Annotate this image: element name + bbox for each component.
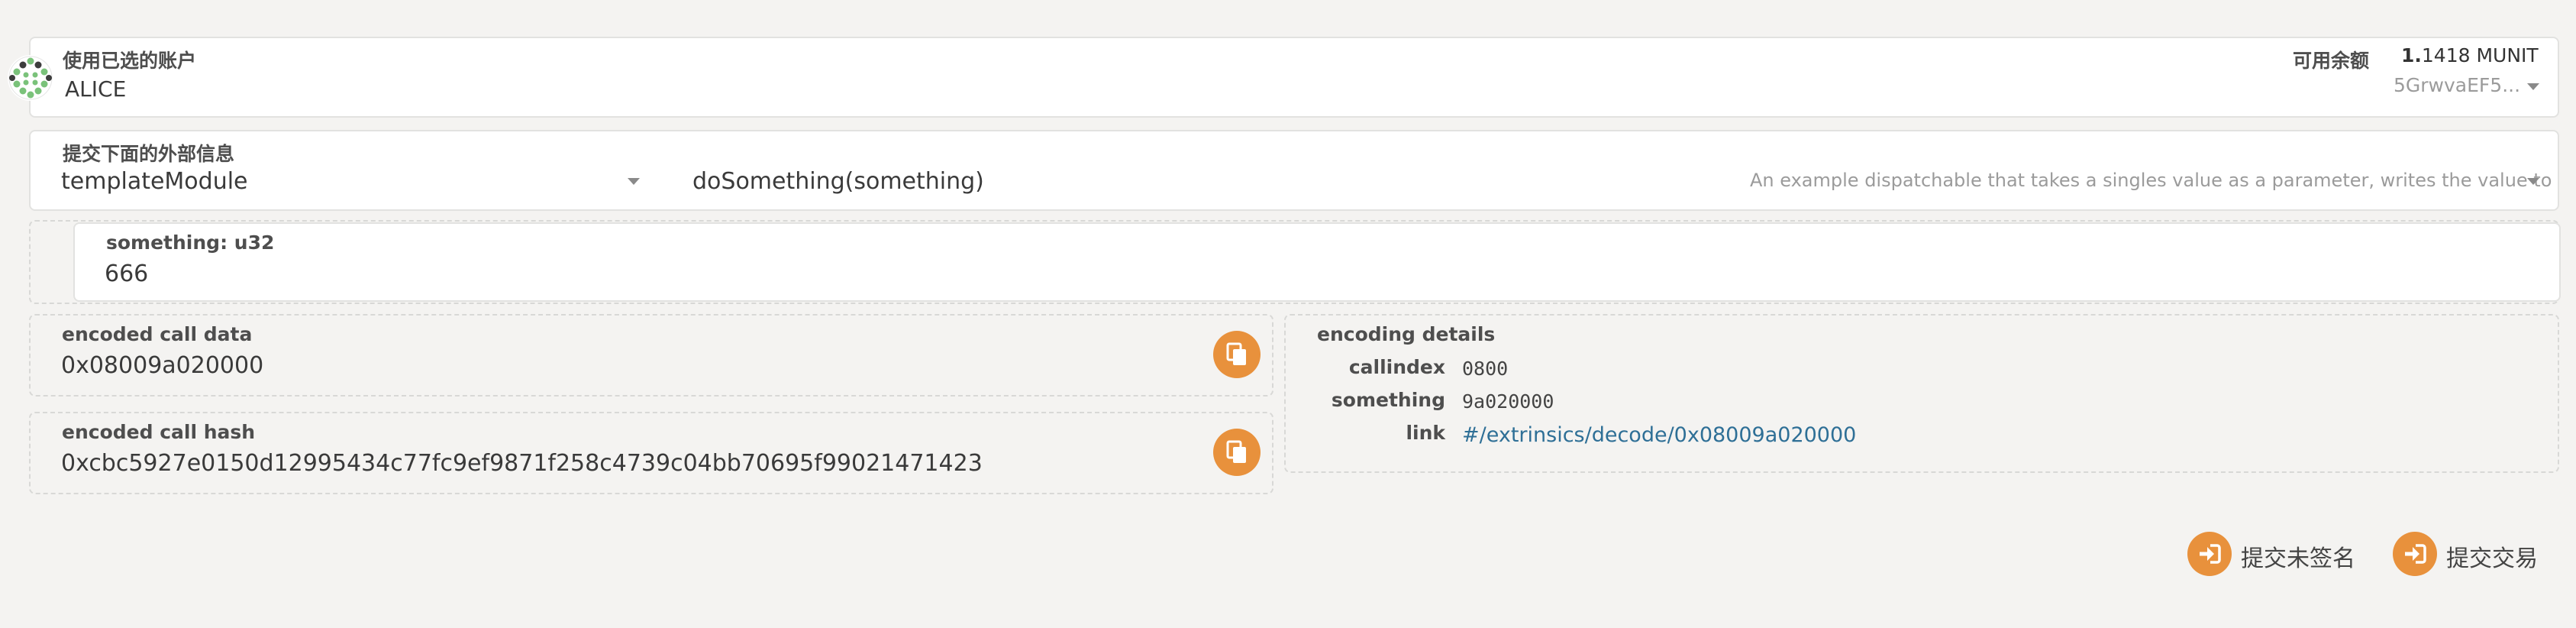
balance-label: 可用余额 bbox=[2293, 50, 2370, 72]
chevron-down-icon[interactable] bbox=[2527, 83, 2539, 90]
encoding-details-title: encoding details bbox=[1317, 323, 1496, 345]
decode-link[interactable]: #/extrinsics/decode/0x08009a020000 bbox=[1462, 423, 1856, 447]
detail-key-link: link bbox=[1406, 422, 1445, 444]
submit-unsigned-button[interactable]: 提交未签名 bbox=[2187, 532, 2371, 578]
account-address: 5GrwvaEF5... bbox=[2394, 74, 2521, 96]
detail-value-something: 9a020000 bbox=[1462, 390, 1554, 413]
call-data-value: 0x08009a020000 bbox=[61, 352, 264, 379]
extrinsic-label: 提交下面的外部信息 bbox=[63, 143, 235, 165]
chevron-down-icon[interactable] bbox=[2527, 178, 2539, 185]
account-label: 使用已选的账户 bbox=[63, 50, 197, 72]
method-doc: An example dispatchable that takes a sin… bbox=[1750, 170, 2552, 191]
call-hash-value: 0xcbc5927e0150d12995434c77fc9ef9871f258c… bbox=[61, 450, 983, 477]
balance-rest: 1418 MUNIT bbox=[2421, 44, 2539, 66]
call-data-label: encoded call data bbox=[62, 323, 253, 345]
method-dropdown[interactable]: doSomething(something) bbox=[692, 168, 984, 195]
module-dropdown[interactable]: templateModule bbox=[61, 168, 248, 195]
param-field[interactable] bbox=[73, 222, 2561, 302]
param-label: something: u32 bbox=[106, 231, 275, 254]
call-hash-label: encoded call hash bbox=[62, 421, 256, 443]
param-input[interactable]: 666 bbox=[105, 261, 148, 287]
account-selector[interactable] bbox=[29, 37, 2559, 118]
submit-unsigned-label: 提交未签名 bbox=[2241, 545, 2355, 572]
chevron-down-icon[interactable] bbox=[628, 178, 640, 185]
balance-value: 1.1418 MUNIT bbox=[2401, 44, 2539, 66]
detail-value-callindex: 0800 bbox=[1462, 358, 1509, 380]
account-identicon bbox=[8, 55, 53, 101]
sign-in-icon bbox=[2200, 544, 2221, 564]
detail-key-something: something bbox=[1331, 389, 1445, 411]
detail-key-callindex: callindex bbox=[1348, 356, 1445, 378]
submit-transaction-label: 提交交易 bbox=[2446, 545, 2538, 572]
balance-int: 1. bbox=[2401, 44, 2422, 66]
account-name: ALICE bbox=[65, 76, 127, 102]
submit-transaction-button[interactable]: 提交交易 bbox=[2393, 532, 2561, 578]
sign-in-icon bbox=[2405, 544, 2426, 564]
